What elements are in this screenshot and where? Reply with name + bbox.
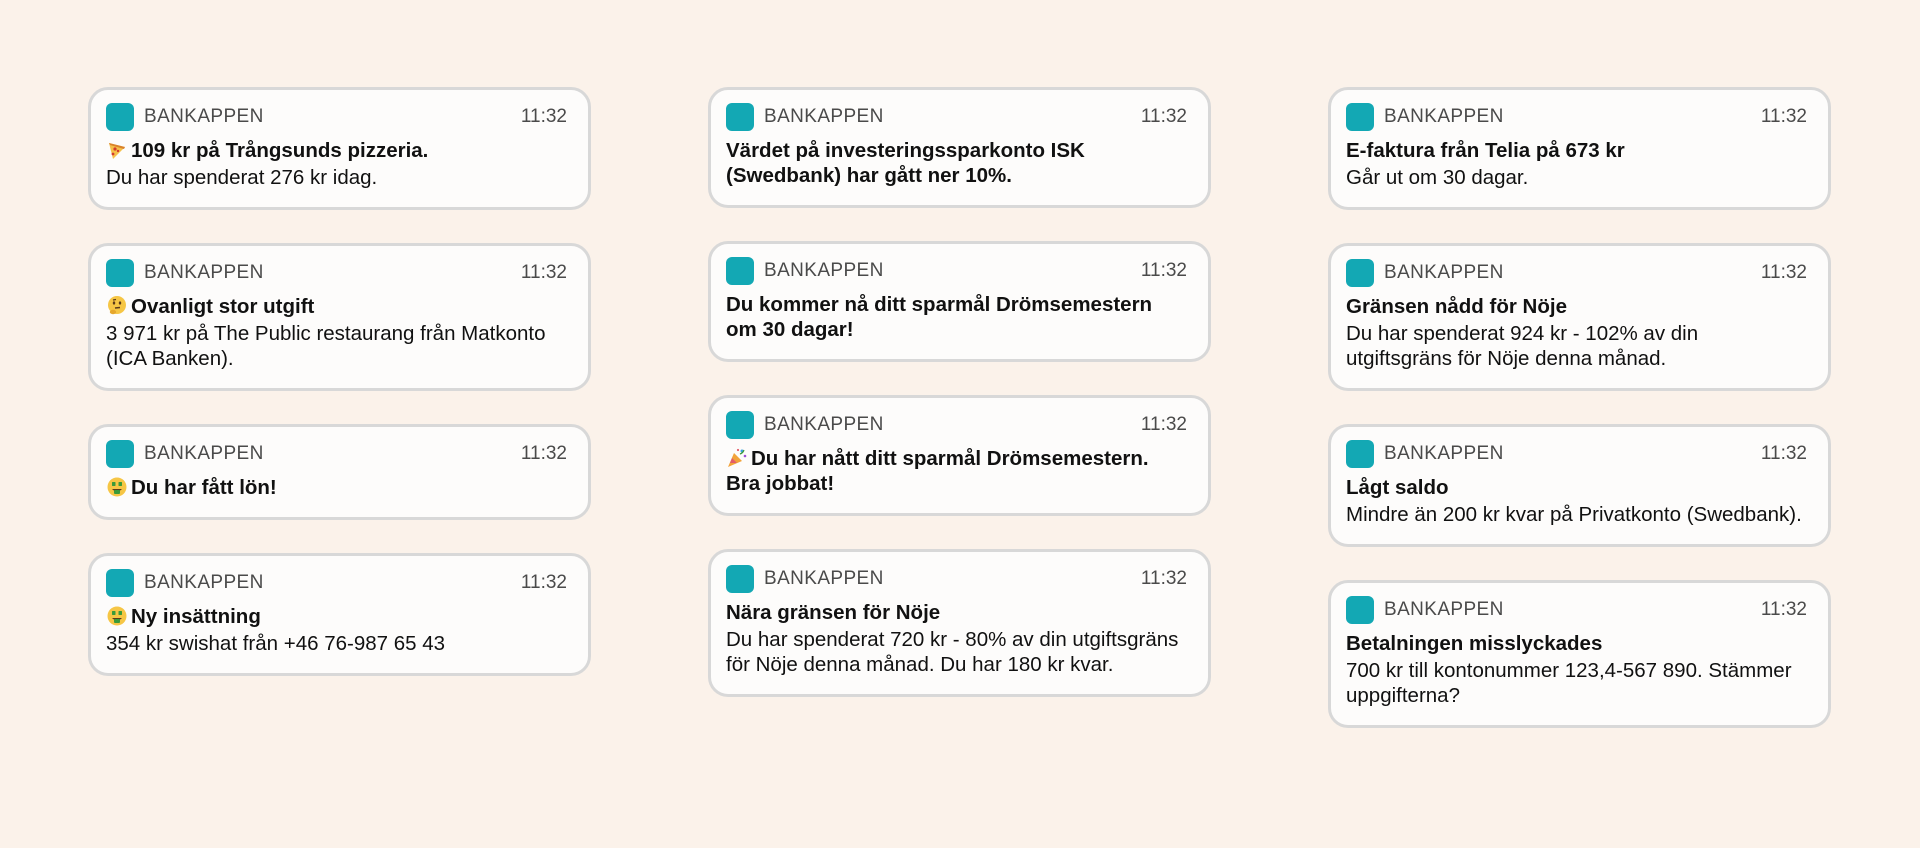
notification-time: 11:32 — [1760, 262, 1807, 283]
app-name: BANKAPPEN — [764, 568, 884, 589]
notification-body: 3 971 kr på The Public restaurang från M… — [106, 322, 546, 370]
notification-time: 11:32 — [1140, 414, 1187, 435]
notification-card[interactable]: BANKAPPEN 11:32 Du har fått lön! — [88, 424, 591, 520]
notification-body: 700 kr till kontonummer 123,4-567 890. S… — [1346, 659, 1792, 707]
notification-time: 11:32 — [520, 106, 567, 127]
notification-body: Går ut om 30 dagar. — [1346, 166, 1529, 189]
notification-card[interactable]: BANKAPPEN 11:32 Gränsen nådd för Nöje Du… — [1328, 243, 1831, 391]
bankappen-app-icon — [1346, 259, 1374, 287]
notification-time: 11:32 — [1140, 106, 1187, 127]
notification-title: Lågt saldo — [1346, 476, 1449, 499]
app-name: BANKAPPEN — [144, 262, 264, 283]
notification-time: 11:32 — [1760, 599, 1807, 620]
bankappen-app-icon — [1346, 103, 1374, 131]
notification-title: Värdet på investeringssparkonto ISK (Swe… — [726, 139, 1085, 187]
notification-card[interactable]: BANKAPPEN 11:32 Ny insättning 354 kr swi… — [88, 553, 591, 676]
app-name: BANKAPPEN — [1384, 262, 1504, 283]
notification-card[interactable]: BANKAPPEN 11:32 Lågt saldo Mindre än 200… — [1328, 424, 1831, 547]
notification-header: BANKAPPEN 11:32 — [1346, 440, 1807, 468]
notification-card[interactable]: BANKAPPEN 11:32 E-faktura från Telia på … — [1328, 87, 1831, 210]
app-name: BANKAPPEN — [144, 572, 264, 593]
notification-header: BANKAPPEN 11:32 — [726, 565, 1187, 593]
notification-title: 109 kr på Trångsunds pizzeria. — [106, 138, 567, 163]
bankappen-app-icon — [106, 440, 134, 468]
app-name: BANKAPPEN — [144, 443, 264, 464]
notification-header: BANKAPPEN 11:32 — [1346, 259, 1807, 287]
notification-card[interactable]: BANKAPPEN 11:32 Betalningen misslyckades… — [1328, 580, 1831, 728]
notification-header: BANKAPPEN 11:32 — [726, 411, 1187, 439]
notification-title: Ovanligt stor utgift — [106, 294, 567, 319]
notification-time: 11:32 — [1760, 443, 1807, 464]
app-name: BANKAPPEN — [1384, 443, 1504, 464]
notification-body: Du har spenderat 924 kr - 102% av din ut… — [1346, 322, 1699, 370]
money-mouth-face-emoji-icon — [107, 477, 127, 497]
notification-column-3: BANKAPPEN 11:32 E-faktura från Telia på … — [1328, 87, 1831, 761]
notification-header: BANKAPPEN 11:32 — [106, 103, 567, 131]
bankappen-app-icon — [726, 411, 754, 439]
notification-header: BANKAPPEN 11:32 — [1346, 103, 1807, 131]
notification-time: 11:32 — [1140, 568, 1187, 589]
party-popper-emoji-icon — [728, 448, 747, 467]
notification-body: Mindre än 200 kr kvar på Privatkonto (Sw… — [1346, 503, 1802, 526]
notification-title: Du har fått lön! — [106, 475, 567, 500]
notification-card[interactable]: BANKAPPEN 11:32 Du har nått ditt sparmål… — [708, 395, 1211, 516]
notification-time: 11:32 — [520, 572, 567, 593]
app-name: BANKAPPEN — [144, 106, 264, 127]
notification-column-2: BANKAPPEN 11:32 Värdet på investeringssp… — [708, 87, 1211, 730]
notification-title: Gränsen nådd för Nöje — [1346, 295, 1567, 318]
notification-card[interactable]: BANKAPPEN 11:32 Ovanligt stor utgift 3 9… — [88, 243, 591, 391]
notification-header: BANKAPPEN 11:32 — [726, 103, 1187, 131]
notification-card[interactable]: BANKAPPEN 11:32 Nära gränsen för Nöje Du… — [708, 549, 1211, 697]
notification-header: BANKAPPEN 11:32 — [1346, 596, 1807, 624]
notification-header: BANKAPPEN 11:32 — [106, 569, 567, 597]
app-name: BANKAPPEN — [764, 414, 884, 435]
notification-header: BANKAPPEN 11:32 — [106, 440, 567, 468]
notification-time: 11:32 — [1760, 106, 1807, 127]
notification-header: BANKAPPEN 11:32 — [106, 259, 567, 287]
money-mouth-face-emoji-icon — [107, 606, 127, 626]
app-name: BANKAPPEN — [1384, 106, 1504, 127]
notification-body: 354 kr swishat från +46 76-987 65 43 — [106, 632, 446, 655]
bankappen-app-icon — [106, 569, 134, 597]
app-name: BANKAPPEN — [1384, 599, 1504, 620]
notification-title: Du kommer nå ditt sparmål Drömsemestern … — [726, 293, 1153, 341]
notification-title: Nära gränsen för Nöje — [726, 601, 941, 624]
notification-title: Du har nått ditt sparmål Drömsemestern. … — [726, 447, 1149, 495]
bankappen-app-icon — [106, 259, 134, 287]
bankappen-app-icon — [726, 103, 754, 131]
notification-header: BANKAPPEN 11:32 — [726, 257, 1187, 285]
notification-title: Betalningen misslyckades — [1346, 632, 1603, 655]
bankappen-app-icon — [1346, 596, 1374, 624]
notification-column-1: BANKAPPEN 11:32 109 kr på Trångsunds piz… — [88, 87, 591, 709]
notification-body: Du har spenderat 276 kr idag. — [106, 166, 378, 189]
thinking-face-emoji-icon — [108, 296, 126, 315]
notification-title: Ny insättning — [106, 604, 567, 629]
notification-time: 11:32 — [520, 262, 567, 283]
pizza-emoji-icon — [109, 143, 125, 159]
app-name: BANKAPPEN — [764, 260, 884, 281]
notification-title: E-faktura från Telia på 673 kr — [1346, 139, 1625, 162]
bankappen-app-icon — [106, 103, 134, 131]
bankappen-app-icon — [726, 257, 754, 285]
bankappen-app-icon — [1346, 440, 1374, 468]
notification-body: Du har spenderat 720 kr - 80% av din utg… — [726, 628, 1179, 676]
app-name: BANKAPPEN — [764, 106, 884, 127]
notification-card[interactable]: BANKAPPEN 11:32 Du kommer nå ditt sparmå… — [708, 241, 1211, 362]
notification-time: 11:32 — [520, 443, 567, 464]
notification-card[interactable]: BANKAPPEN 11:32 109 kr på Trångsunds piz… — [88, 87, 591, 210]
notification-time: 11:32 — [1140, 260, 1187, 281]
bankappen-app-icon — [726, 565, 754, 593]
notification-card[interactable]: BANKAPPEN 11:32 Värdet på investeringssp… — [708, 87, 1211, 208]
